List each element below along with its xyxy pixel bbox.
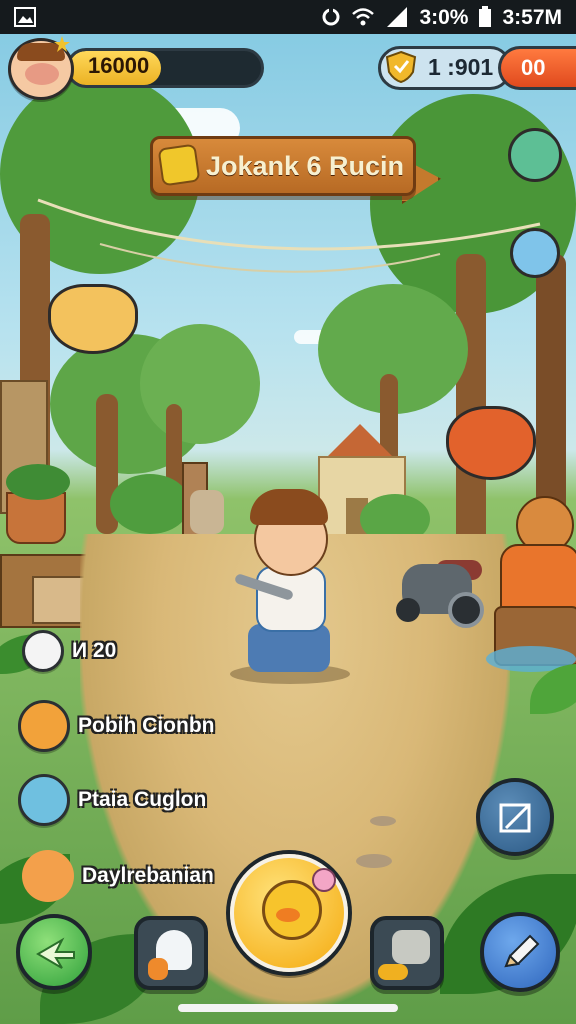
gems-count: 00	[521, 55, 546, 80]
tree-canopy	[140, 324, 260, 444]
status-bar: 3:0% 3:57M	[0, 0, 576, 34]
frame-edit-icon	[499, 803, 531, 833]
home-indicator[interactable]	[178, 1004, 398, 1012]
fox-icon[interactable]	[446, 406, 536, 480]
friend-item[interactable]: Daylrebanian	[22, 850, 214, 902]
bush	[110, 474, 190, 534]
friend-name: Daylrebanian	[82, 864, 214, 887]
character-button[interactable]	[134, 916, 208, 990]
rope-line	[37, 198, 541, 273]
tree-trunk	[456, 254, 486, 554]
friend-name: И 20	[72, 639, 117, 662]
frame-button[interactable]	[476, 778, 554, 856]
rock	[356, 854, 392, 868]
energy-count: 1 :901	[428, 54, 494, 80]
dog-icon[interactable]	[48, 284, 138, 354]
bear-character[interactable]	[494, 496, 576, 666]
edit-button[interactable]	[480, 912, 560, 992]
chick-button[interactable]	[230, 854, 348, 972]
friend-avatar	[22, 850, 74, 902]
map-icon	[392, 930, 430, 964]
statue	[190, 490, 224, 534]
signal-icon	[387, 7, 408, 27]
scooter[interactable]	[392, 534, 488, 644]
bird-icon[interactable]	[508, 128, 562, 182]
kiosk-board	[32, 576, 86, 624]
coin-count: 16000	[88, 53, 150, 78]
flower-icon	[312, 868, 336, 892]
chest-icon	[157, 143, 201, 187]
friend-name: Pobih Cionbn	[78, 714, 215, 737]
avatar-face	[25, 63, 59, 85]
star-icon	[54, 36, 70, 52]
sync-icon	[322, 7, 340, 26]
friend-avatar	[18, 774, 70, 826]
scooter-wheel	[396, 598, 420, 622]
go-button[interactable]	[16, 914, 92, 990]
friend-avatar	[18, 700, 70, 752]
clock: 3:57M	[502, 5, 562, 29]
friend-avatar	[22, 630, 64, 672]
friend-item[interactable]: Ptaia Cuglon	[18, 774, 206, 826]
friend-name: Ptaia Cuglon	[78, 788, 207, 811]
rock	[370, 816, 396, 826]
arrow-icon	[36, 937, 75, 969]
chick-beak	[276, 908, 300, 922]
gems-badge[interactable]: 00	[498, 46, 576, 90]
friend-item[interactable]: И 20	[22, 630, 116, 672]
battery-icon	[479, 6, 492, 27]
shield-icon	[385, 50, 417, 84]
battery-percent: 3:0%	[419, 5, 469, 29]
carrot-icon	[148, 958, 168, 980]
wifi-icon	[352, 8, 375, 26]
pencil-icon	[504, 934, 540, 968]
key-icon	[378, 964, 408, 980]
gallery-icon	[14, 7, 36, 27]
flowers	[6, 464, 70, 500]
friends-list: И 20 Pobih Cionbn Ptaia Cuglon Daylreban…	[18, 630, 278, 910]
friend-item[interactable]: Pobih Cionbn	[18, 700, 214, 752]
map-button[interactable]	[370, 916, 444, 990]
scooter-wheel	[448, 592, 484, 628]
penguin-icon[interactable]	[510, 228, 560, 278]
